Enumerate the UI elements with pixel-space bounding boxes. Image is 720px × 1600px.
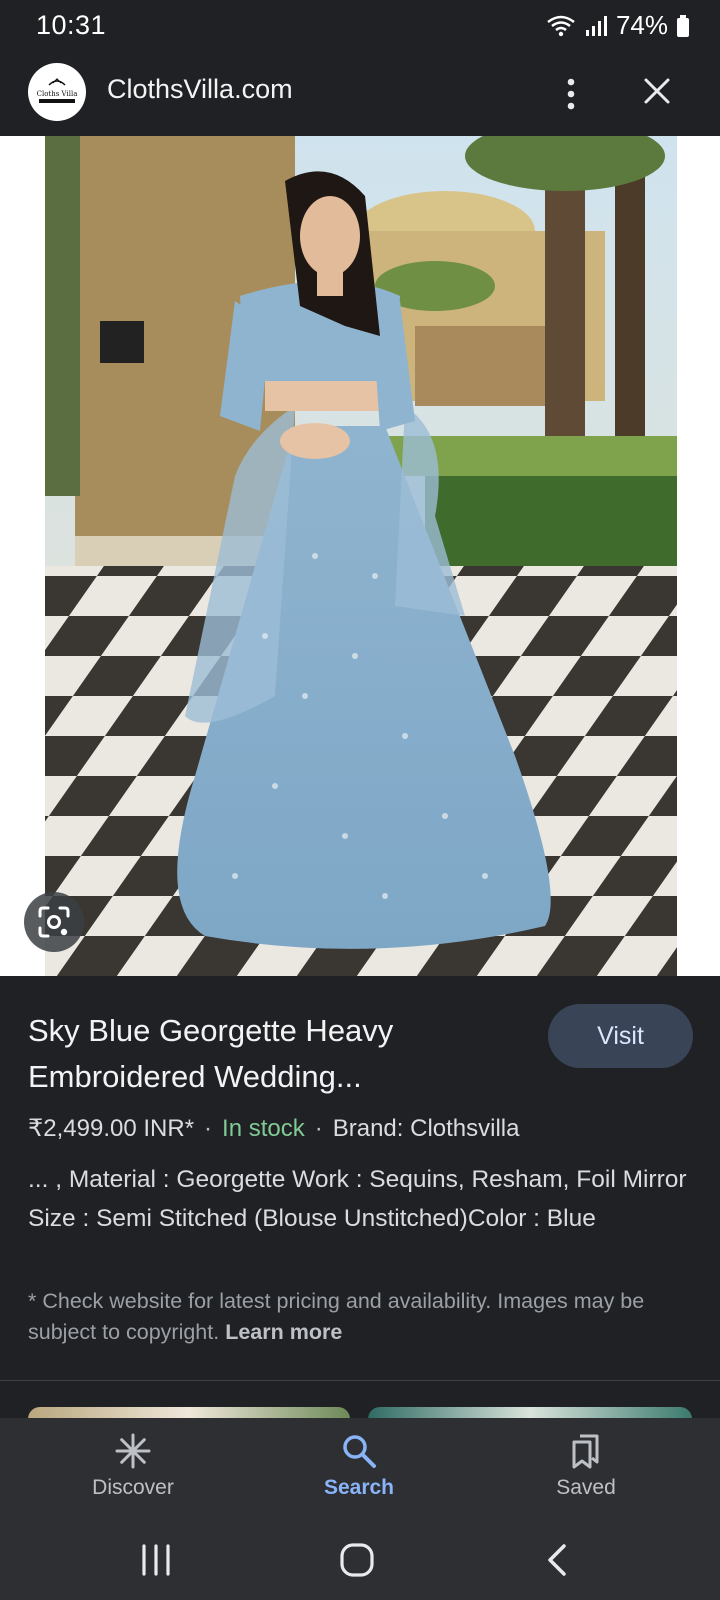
search-icon [343,1435,376,1468]
back-icon[interactable] [538,1540,578,1580]
browser-top-bar: Cloths Villa ClothsVilla.com [0,50,720,136]
product-image-container [0,136,720,976]
home-icon[interactable] [337,1540,377,1580]
asterisk-icon [115,1433,151,1469]
nav-saved-label: Saved [556,1476,616,1499]
nav-search-label: Search [323,1476,395,1499]
product-description: ... , Material : Georgette Work : Sequin… [28,1166,687,1232]
separator-dot: · [204,1115,213,1142]
product-title[interactable]: Sky Blue Georgette Heavy Embroidered Wed… [28,1008,498,1100]
product-info-panel: Sky Blue Georgette Heavy Embroidered Wed… [0,976,720,1380]
recent-apps-icon[interactable] [136,1540,176,1580]
battery-icon [677,14,689,37]
separator-dot: · [314,1115,323,1142]
bookmarks-icon [572,1434,599,1469]
system-navigation-bar [0,1518,720,1600]
nav-discover[interactable]: Discover [63,1432,203,1500]
logo-icon: Cloths Villa [37,78,78,103]
price-line: ₹2,499.00 INR* · In stock · Brand: Clothsvil… [28,1114,519,1143]
nav-discover-label: Discover [92,1476,174,1499]
signal-icon [585,15,607,36]
status-time: 10:31 [36,10,107,40]
lens-search-button[interactable] [24,892,84,952]
stock-status: In stock [222,1115,305,1142]
logo-text: Cloths Villa [37,90,78,98]
battery-percent: 74% [615,10,668,40]
bottom-navigation: Discover Search Saved [0,1418,720,1518]
related-images-strip [0,1381,720,1419]
site-title[interactable]: ClothsVilla.com [107,74,293,105]
product-brand: Brand: Clothsvilla [332,1115,520,1142]
more-options-icon[interactable] [556,74,586,114]
status-bar: 10:31 74% [0,0,720,50]
nav-saved[interactable]: Saved [516,1432,656,1500]
status-icons: 74% [546,10,690,41]
visit-button[interactable]: Visit [548,1004,693,1068]
nav-search[interactable]: Search [289,1432,429,1500]
wifi-icon [547,15,575,36]
lens-icon [38,906,70,938]
site-logo: Cloths Villa [28,63,86,121]
disclaimer: * Check website for latest pricing and a… [28,1286,708,1348]
close-icon[interactable] [638,72,676,110]
product-price: ₹2,499.00 INR* [28,1115,195,1142]
learn-more-link[interactable]: Learn more [225,1320,342,1344]
product-image[interactable] [45,136,677,976]
